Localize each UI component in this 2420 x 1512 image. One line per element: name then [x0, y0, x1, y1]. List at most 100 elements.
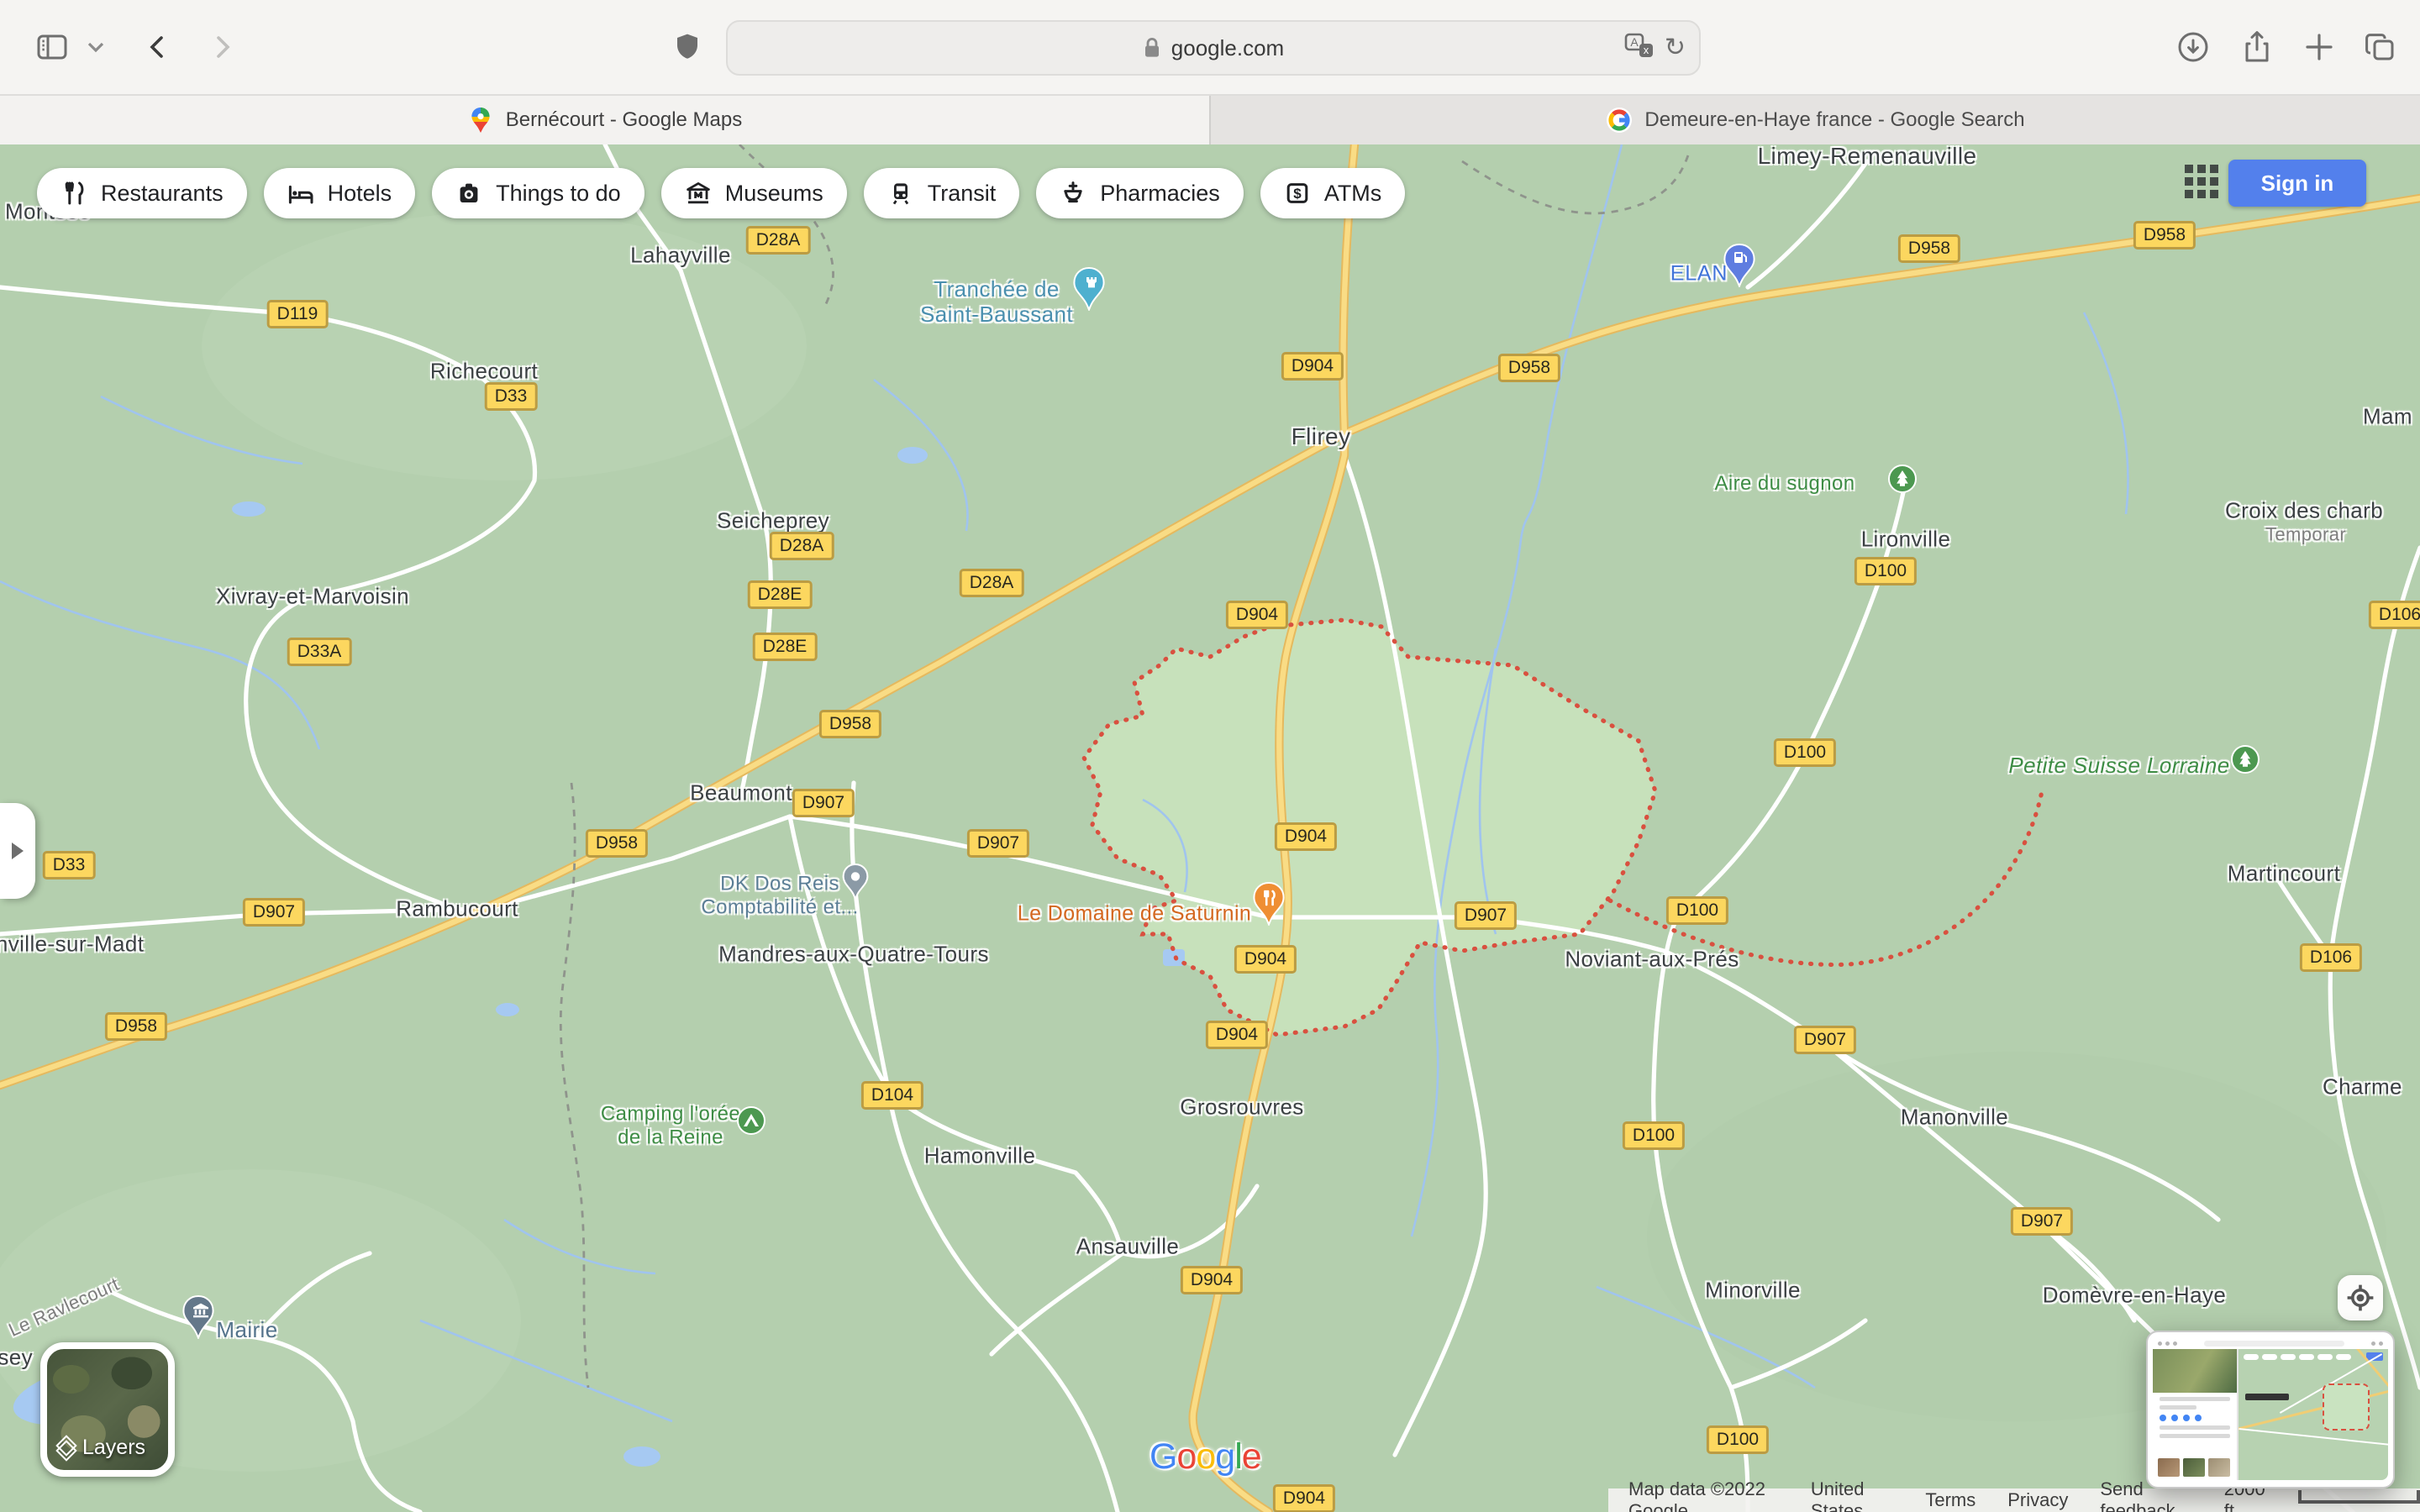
- svg-text:x: x: [1644, 44, 1649, 56]
- poi-label-dk-dos-reis[interactable]: DK Dos Reis Comptabilité et...: [701, 872, 858, 918]
- svg-text:$: $: [1293, 186, 1302, 202]
- downloads-button[interactable]: [2165, 18, 2222, 76]
- google-logo-letter: G: [1150, 1436, 1177, 1477]
- tab-demeure-en-haye-search[interactable]: Demeure-en-Haye france - Google Search: [1209, 96, 2420, 144]
- sign-in-button[interactable]: Sign in: [2228, 160, 2366, 207]
- town-label-limey-remenauville: Limey-Remenauville: [1757, 144, 1977, 169]
- translate-icon[interactable]: A x: [1624, 32, 1655, 65]
- tab-title: Demeure-en-Haye france - Google Search: [1644, 108, 2025, 131]
- new-tab-button[interactable]: [2291, 18, 2348, 76]
- google-g-icon: [1607, 108, 1633, 133]
- chip-label: Hotels: [327, 180, 392, 206]
- forward-button[interactable]: [195, 18, 252, 76]
- crosshair-icon: [2347, 1284, 2374, 1311]
- google-apps-grid-icon[interactable]: [2185, 165, 2218, 198]
- chip-museums[interactable]: Museums: [660, 168, 847, 218]
- town-label-lahayville: Lahayville: [630, 242, 731, 268]
- google-logo-letter: g: [1215, 1436, 1235, 1477]
- road-badge-d907: D907: [1454, 901, 1518, 930]
- tent-pin[interactable]: [737, 1106, 765, 1142]
- tab-overview-button[interactable]: [2351, 18, 2408, 76]
- town-label-mam: Mam: [2363, 403, 2412, 429]
- road-badge-d106: D106: [2299, 943, 2363, 972]
- monument-pin[interactable]: [1073, 266, 1105, 318]
- atms-icon: $: [1286, 183, 1308, 203]
- town-label-hamonville: Hamonville: [923, 1142, 1036, 1168]
- share-button[interactable]: [2228, 18, 2286, 76]
- back-button[interactable]: [128, 18, 185, 76]
- things-to-do-icon: [460, 183, 478, 202]
- road-badge-d100: D100: [1706, 1425, 1770, 1454]
- transit-icon: [892, 183, 908, 205]
- poi-label-elan[interactable]: ELAN: [1670, 262, 1728, 286]
- sidebar-toggle-icon[interactable]: [24, 18, 81, 76]
- museums-icon: [686, 182, 710, 204]
- layers-icon: [57, 1440, 74, 1457]
- town-label-minorville: Minorville: [1705, 1277, 1801, 1303]
- safari-window: google.com A x ↻ Bernécourt - Google Map…: [0, 0, 2420, 1512]
- road-badge-d904: D904: [1274, 822, 1338, 851]
- town-label-rambucourt: Rambucourt: [396, 895, 518, 921]
- road-badge-d904: D904: [1281, 352, 1344, 381]
- privacy-shield-icon[interactable]: [659, 18, 716, 76]
- google-logo-letter: o: [1196, 1436, 1216, 1477]
- town-label-ssey: ssey: [0, 1344, 34, 1370]
- town-label-richecourt: Richecourt: [429, 358, 539, 384]
- poi-label-mairie[interactable]: Mairie: [216, 1317, 277, 1343]
- town-label-grosrouvres: Grosrouvres: [1180, 1094, 1304, 1120]
- chip-atms[interactable]: $ ATMs: [1260, 168, 1406, 218]
- restaurant-pin[interactable]: [1253, 881, 1285, 932]
- bernecourt-highlight-polygon: [1084, 620, 1655, 1035]
- chip-label: Transit: [927, 180, 997, 206]
- townhall-pin[interactable]: [182, 1294, 214, 1346]
- road-badge-d904: D904: [1225, 601, 1289, 629]
- generic-dot-pin[interactable]: [842, 863, 869, 907]
- scale-bar: [2297, 1490, 2420, 1504]
- privacy-link[interactable]: Privacy: [2007, 1489, 2068, 1511]
- chip-hotels[interactable]: Hotels: [263, 168, 416, 218]
- screenshot-preview-thumbnail[interactable]: [2146, 1331, 2395, 1488]
- chip-pharmacies[interactable]: Pharmacies: [1036, 168, 1244, 218]
- expand-side-panel-button[interactable]: [0, 803, 35, 899]
- reload-icon[interactable]: ↻: [1665, 35, 1686, 60]
- browser-toolbar: google.com A x ↻: [0, 0, 2420, 94]
- preview-mini-toolbar: [2153, 1337, 2388, 1349]
- url-field[interactable]: google.com A x ↻: [726, 20, 1701, 76]
- tree-pin[interactable]: [1888, 465, 1917, 500]
- chip-label: Pharmacies: [1100, 180, 1220, 206]
- layers-button[interactable]: Layers: [40, 1342, 175, 1477]
- road-badge-d958: D958: [2133, 221, 2196, 249]
- fuel-pin[interactable]: [1723, 243, 1755, 294]
- chip-restaurants[interactable]: Restaurants: [37, 168, 247, 218]
- toolbar-chevron-down-icon[interactable]: [81, 18, 111, 76]
- town-label-beaumont: Beaumont: [690, 780, 792, 806]
- chip-label: Museums: [724, 180, 823, 206]
- map-data-text: Map data ©2022 Google: [1628, 1478, 1765, 1512]
- terms-link[interactable]: Terms: [1925, 1489, 1975, 1511]
- poi-label-tranch-e-de[interactable]: Tranchée de Saint-Baussant: [920, 276, 1073, 328]
- road-badge-d28e: D28E: [752, 633, 818, 661]
- road-badge-d904: D904: [1180, 1266, 1244, 1294]
- road-badge-d119: D119: [266, 300, 329, 328]
- svg-text:A: A: [1630, 35, 1639, 49]
- poi-label-petite-suisse-lorraine[interactable]: Petite Suisse Lorraine: [2008, 753, 2229, 779]
- poi-label-aire-du-sugnon[interactable]: Aire du sugnon: [1714, 472, 1854, 496]
- poi-label-camping-l-or-e[interactable]: Camping l'orée de la Reine: [601, 1102, 740, 1148]
- tree-pin[interactable]: [2231, 745, 2260, 780]
- road-badge-d907: D907: [1793, 1026, 1857, 1054]
- chip-transit[interactable]: Transit: [863, 168, 1020, 218]
- poi-label-temporar[interactable]: Temporar: [2265, 523, 2346, 545]
- town-label-flirey: Flirey: [1291, 423, 1351, 449]
- town-label-seicheprey: Seicheprey: [716, 507, 830, 533]
- poi-label-le-domaine-de-saturnin[interactable]: Le Domaine de Saturnin: [1018, 902, 1251, 927]
- town-label-noviant-aux-pr-s: Noviant-aux-Prés: [1565, 946, 1739, 972]
- my-location-button[interactable]: [2338, 1275, 2383, 1320]
- restaurants-icon: [65, 181, 84, 205]
- chip-things-to-do[interactable]: Things to do: [432, 168, 644, 218]
- map-attribution-bar: Map data ©2022 Google United States Term…: [1608, 1478, 2420, 1512]
- map-canvas[interactable]: Limey-RemenauvilleMontsecLahayvilleRiche…: [0, 144, 2420, 1512]
- road-badge-d907: D907: [2010, 1207, 2074, 1236]
- tab-bernecourt-google-maps[interactable]: Bernécourt - Google Maps: [0, 96, 1209, 144]
- road-badge-d100: D100: [1622, 1121, 1686, 1150]
- road-badge-d28a: D28A: [745, 226, 811, 255]
